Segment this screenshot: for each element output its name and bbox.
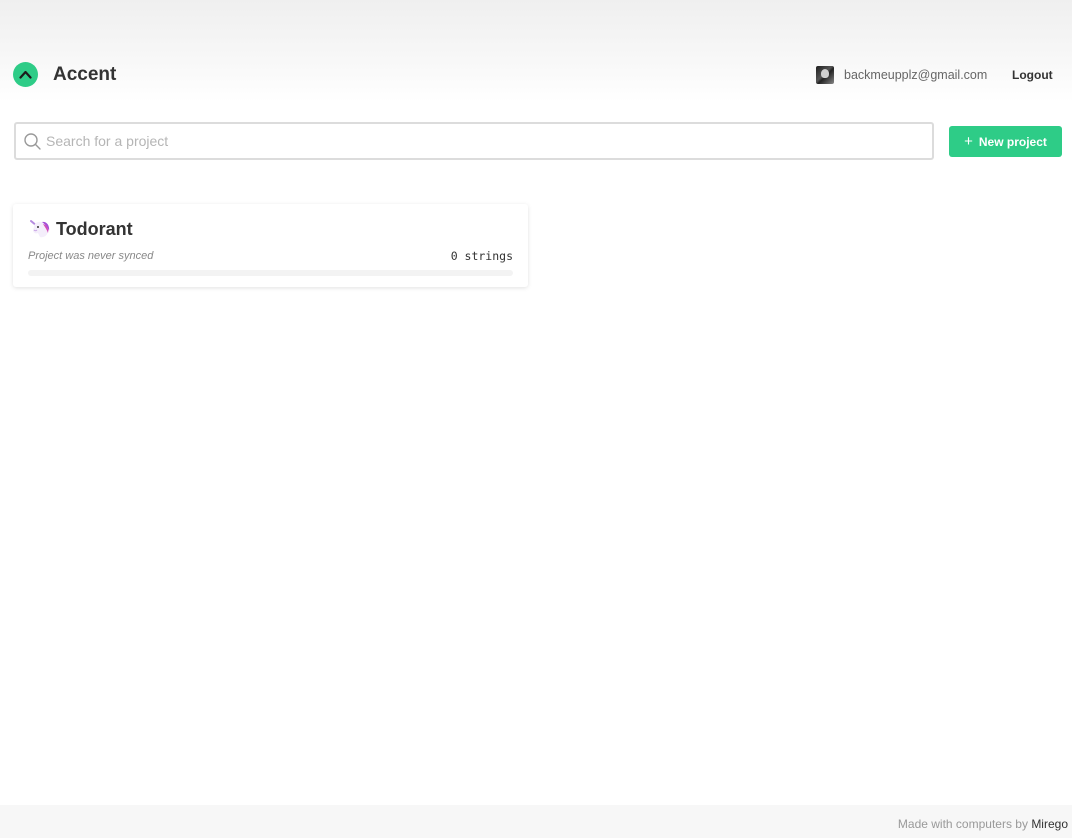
- user-avatar: [816, 66, 834, 84]
- project-name: Todorant: [56, 219, 133, 239]
- accent-logo-icon[interactable]: [13, 62, 38, 87]
- project-card-todorant[interactable]: Todorant Project was never synced 0 stri…: [13, 204, 528, 287]
- project-progress-bar: [28, 270, 513, 276]
- app-root: Accent backmeupplz@gmail.com Logout + Ne…: [0, 0, 1072, 838]
- project-strings-count: 0 strings: [450, 249, 513, 263]
- header: Accent backmeupplz@gmail.com Logout: [0, 0, 1072, 102]
- plus-icon: +: [964, 133, 973, 150]
- user-email: backmeupplz@gmail.com: [844, 68, 988, 82]
- project-sync-status: Project was never synced: [28, 250, 154, 262]
- search-box: [14, 122, 934, 160]
- unicorn-icon: [30, 220, 50, 238]
- app-title: Accent: [53, 64, 117, 85]
- new-project-button[interactable]: + New project: [949, 126, 1062, 157]
- footer-credit: Made with computers by: [897, 817, 1028, 831]
- logout-button[interactable]: Logout: [1012, 67, 1053, 83]
- search-icon: [24, 133, 41, 150]
- new-project-label: New project: [978, 134, 1047, 149]
- footer-mirego-link[interactable]: Mirego: [1031, 817, 1068, 831]
- search-input[interactable]: [46, 124, 926, 158]
- footer: Made with computers by Mirego: [0, 805, 1072, 838]
- footer-text: Made with computers by Mirego: [898, 817, 1068, 831]
